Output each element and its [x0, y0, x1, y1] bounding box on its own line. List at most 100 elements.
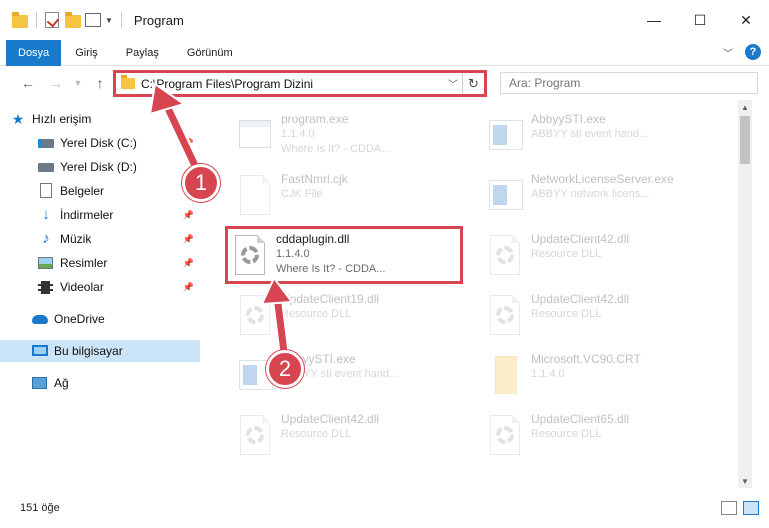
window-controls: — ☐ ✕ — [631, 0, 769, 40]
recent-dropdown-icon[interactable]: ▼ — [66, 71, 90, 95]
sidebar-item-videos[interactable]: Videolar 📌 — [0, 276, 200, 298]
app-icon — [485, 114, 525, 156]
tab-home[interactable]: Giriş — [61, 40, 112, 66]
tab-view[interactable]: Görünüm — [173, 40, 247, 66]
folder-icon — [121, 75, 135, 89]
title-bar: ▼ Program — ☐ ✕ — [0, 0, 769, 40]
download-icon: ↓ — [42, 206, 50, 223]
file-name: UpdateClient42.dll — [531, 292, 630, 306]
status-bar: 151 öğe — [0, 488, 769, 528]
file-name: FastNmrl.cjk — [281, 172, 348, 186]
file-name: NetworkLicenseServer.exe — [531, 172, 674, 186]
navigation-bar: ← → ▼ ↑ C:\Program Files\Program Dizini … — [0, 66, 769, 100]
video-icon — [38, 279, 54, 295]
properties-check-icon[interactable] — [45, 12, 61, 28]
address-bar[interactable]: C:\Program Files\Program Dizini ﹀ ↻ — [113, 70, 487, 97]
maximize-button[interactable]: ☐ — [677, 0, 723, 40]
file-item[interactable]: Microsoft.VC90.CRT 1.1.4.0 — [465, 346, 715, 404]
sidebar-item-label: Resimler — [60, 256, 108, 270]
ribbon-right-controls: ﹀ ? — [723, 44, 761, 60]
sidebar-item-downloads[interactable]: ↓ İndirmeler 📌 — [0, 204, 200, 226]
scroll-up-icon[interactable]: ▲ — [738, 100, 752, 114]
navigation-pane: ★ Hızlı erişim Yerel Disk (C:) 📌 Yerel D… — [0, 104, 200, 480]
sidebar-item-network[interactable]: Ağ — [0, 372, 200, 394]
pin-icon[interactable]: 📌 — [183, 234, 194, 245]
sidebar-item-disk-c[interactable]: Yerel Disk (C:) 📌 — [0, 132, 200, 154]
star-icon: ★ — [11, 111, 25, 127]
forward-arrow-icon[interactable]: → — [44, 71, 68, 95]
view-toggle — [721, 501, 759, 515]
file-item[interactable]: UpdateClient19.dll Resource DLL — [215, 286, 465, 344]
file-item[interactable]: UpdateClient42.dll Resource DLL — [465, 286, 715, 344]
scroll-down-icon[interactable]: ▼ — [738, 474, 752, 488]
sidebar-item-label: Ağ — [54, 376, 69, 390]
computer-icon — [32, 343, 48, 359]
step-badge-1: 1 — [182, 164, 220, 202]
file-version: 1.1.4.0 — [281, 128, 315, 140]
file-version: 1.1.4.0 — [531, 368, 565, 380]
file-item[interactable]: program.exe 1.1.4.0 Where Is It? - CDDA.… — [215, 106, 465, 164]
file-name: UpdateClient65.dll — [531, 412, 630, 426]
tab-share[interactable]: Paylaş — [112, 40, 173, 66]
separator — [36, 12, 37, 28]
sidebar-item-pictures[interactable]: Resimler 📌 — [0, 252, 200, 274]
pin-icon[interactable]: 📌 — [183, 282, 194, 293]
address-dropdown-icon[interactable]: ﹀ — [444, 76, 462, 91]
expand-ribbon-icon[interactable]: ﹀ — [723, 45, 733, 60]
file-name: program.exe — [281, 112, 349, 126]
file-name: UpdateClient42.dll — [531, 232, 630, 246]
dll-icon — [485, 234, 525, 276]
file-type: Resource DLL — [281, 308, 352, 320]
sidebar-item-this-pc[interactable]: Bu bilgisayar — [0, 340, 200, 362]
sidebar-item-label: Bu bilgisayar — [54, 344, 123, 358]
file-description: ABBYY network licens... — [531, 188, 650, 200]
file-item[interactable]: UpdateClient42.dll Resource DLL — [215, 406, 465, 464]
pin-icon[interactable]: 📌 — [183, 210, 194, 221]
vertical-scrollbar[interactable]: ▲ ▼ — [738, 100, 752, 488]
dll-icon — [235, 294, 275, 336]
refresh-icon[interactable]: ↻ — [462, 73, 484, 94]
file-type: CJK File — [281, 188, 323, 200]
file-item[interactable]: AbbyySTI.exe ABBYY sti event hand... — [215, 346, 465, 404]
tab-file[interactable]: Dosya — [6, 39, 62, 66]
file-name: AbbyySTI.exe — [531, 112, 606, 126]
pin-icon[interactable]: 📌 — [183, 258, 194, 269]
details-view-icon[interactable] — [721, 501, 737, 515]
back-arrow-icon[interactable]: ← — [16, 71, 40, 95]
pin-icon[interactable]: 📌 — [183, 138, 194, 149]
sidebar-item-documents[interactable]: Belgeler — [0, 180, 200, 202]
sidebar-item-quick-access[interactable]: ★ Hızlı erişim — [0, 108, 200, 130]
sidebar-item-label: Müzik — [60, 232, 92, 246]
sidebar-item-disk-d[interactable]: Yerel Disk (D:) — [0, 156, 200, 178]
file-item[interactable]: NetworkLicenseServer.exe ABBYY network l… — [465, 166, 715, 224]
tiles-view-icon[interactable] — [743, 501, 759, 515]
file-type: Resource DLL — [531, 428, 602, 440]
qat-dropdown-icon[interactable]: ▼ — [105, 16, 113, 25]
search-box[interactable] — [500, 72, 758, 94]
minimize-button[interactable]: — — [631, 0, 677, 40]
address-path[interactable]: C:\Program Files\Program Dizini — [141, 77, 444, 91]
sidebar-item-label: OneDrive — [54, 312, 105, 326]
sidebar-item-onedrive[interactable]: OneDrive — [0, 308, 200, 330]
up-arrow-icon[interactable]: ↑ — [88, 71, 112, 95]
file-item[interactable]: AbbyySTI.exe ABBYY sti event hand... — [465, 106, 715, 164]
sidebar-item-label: Yerel Disk (C:) — [60, 136, 137, 150]
file-list: program.exe 1.1.4.0 Where Is It? - CDDA.… — [205, 104, 738, 480]
file-item[interactable]: UpdateClient42.dll Resource DLL — [465, 226, 715, 284]
file-type: Resource DLL — [281, 428, 352, 440]
close-button[interactable]: ✕ — [723, 0, 769, 40]
step-badge-2: 2 — [266, 350, 304, 388]
search-input[interactable] — [509, 76, 757, 90]
view-properties-icon[interactable] — [85, 12, 101, 28]
file-item[interactable]: UpdateClient65.dll Resource DLL — [465, 406, 715, 464]
ribbon-tabs: Dosya Giriş Paylaş Görünüm ﹀ ? — [0, 39, 769, 66]
help-icon[interactable]: ? — [745, 44, 761, 60]
document-icon — [38, 183, 54, 199]
new-folder-icon[interactable] — [65, 12, 81, 28]
exe-icon — [235, 114, 275, 156]
sidebar-item-label: Hızlı erişim — [32, 112, 92, 126]
scroll-thumb[interactable] — [740, 116, 750, 164]
sidebar-item-label: Belgeler — [60, 184, 105, 198]
file-item[interactable]: FastNmrl.cjk CJK File — [215, 166, 465, 224]
sidebar-item-music[interactable]: ♪ Müzik 📌 — [0, 228, 200, 250]
